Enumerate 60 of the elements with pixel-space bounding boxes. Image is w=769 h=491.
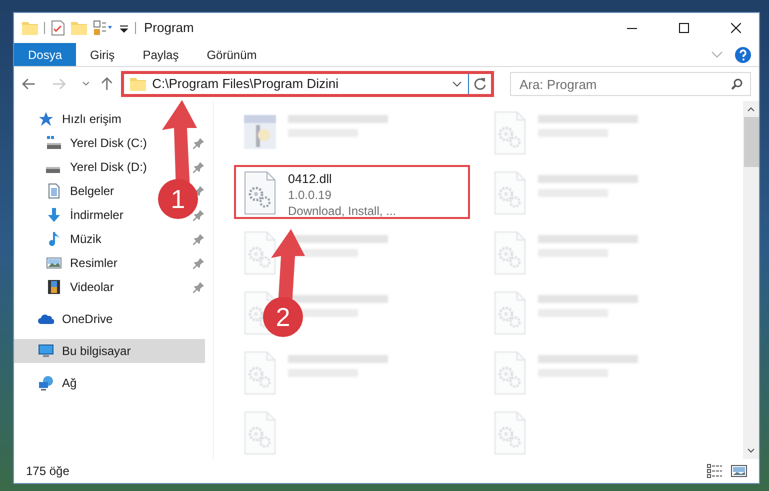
maximize-icon [679, 23, 689, 33]
drive-icon [46, 135, 62, 151]
address-path: C:\Program Files\Program Dizini [152, 75, 340, 94]
download-icon [46, 207, 62, 223]
close-icon [731, 23, 741, 33]
pin-icon[interactable] [193, 137, 205, 149]
ribbon-tab[interactable]: Görünüm [192, 43, 271, 66]
properties-icon[interactable] [51, 20, 65, 36]
navigation-item[interactable]: Belgeler [14, 179, 122, 203]
computer-icon [38, 343, 54, 359]
navigation-item[interactable]: Videolar [14, 275, 122, 299]
navigation-item[interactable]: Yerel Disk (D:) [14, 155, 155, 179]
film-icon [46, 279, 62, 295]
help-icon[interactable] [735, 46, 751, 62]
refresh-icon[interactable] [473, 77, 488, 91]
expand-ribbon-icon[interactable] [711, 50, 723, 58]
search-field[interactable]: Ara: Program [510, 72, 751, 96]
navigation-item[interactable]: Ağ [14, 371, 85, 395]
details-view-icon[interactable] [707, 464, 723, 478]
ribbon-tab[interactable]: Paylaş [128, 43, 193, 66]
file-name: 0412.dll [288, 171, 333, 187]
window-title: Program [144, 19, 194, 38]
pin-icon[interactable] [193, 257, 205, 269]
file-item[interactable]: 0412.dll 1.0.0.19 Download, Install, ... [234, 165, 470, 219]
folder-icon [22, 21, 38, 35]
address-bar[interactable]: C:\Program Files\Program Dizini [121, 71, 494, 97]
drive-icon [46, 167, 60, 173]
navigation-item[interactable]: OneDrive [14, 307, 121, 331]
navigation-item[interactable]: İndirmeler [14, 203, 132, 227]
navigation-item[interactable]: Resimler [14, 251, 126, 275]
navigation-item[interactable]: Hızlı erişim [14, 107, 130, 131]
network-icon [38, 375, 54, 391]
scroll-up-icon[interactable] [747, 105, 755, 113]
star-icon [38, 111, 54, 127]
ribbon-tab[interactable]: Giriş [76, 43, 129, 66]
file-detail: 1.0.0.19 [288, 187, 332, 203]
pin-icon[interactable] [193, 233, 205, 245]
image-icon [46, 255, 62, 271]
pin-icon[interactable] [193, 281, 205, 293]
new-folder-icon [71, 21, 87, 35]
scrollbar[interactable] [743, 101, 759, 459]
file-detail: Download, Install, ... [288, 203, 396, 219]
pin-icon[interactable] [193, 161, 205, 173]
scroll-down-icon[interactable] [747, 447, 755, 455]
navigation-item[interactable]: Bu bilgisayar [14, 339, 205, 363]
navigation-item[interactable]: Yerel Disk (C:) [14, 131, 155, 155]
layout-icon[interactable] [93, 20, 113, 36]
back-icon[interactable] [22, 78, 36, 90]
pin-icon[interactable] [193, 209, 205, 221]
item-count: 175 öğe [26, 463, 70, 480]
scrollbar-thumb[interactable] [744, 117, 758, 167]
dropdown-icon[interactable] [452, 80, 462, 88]
search-icon [731, 78, 743, 90]
ribbon-tab[interactable]: Dosya [14, 43, 76, 66]
up-icon[interactable] [101, 77, 114, 91]
recent-locations-icon[interactable] [82, 80, 90, 88]
navigation-item[interactable]: Müzik [14, 227, 110, 251]
document-icon [46, 183, 62, 199]
large-icons-view-icon[interactable] [731, 464, 747, 478]
folder-icon [130, 77, 146, 91]
